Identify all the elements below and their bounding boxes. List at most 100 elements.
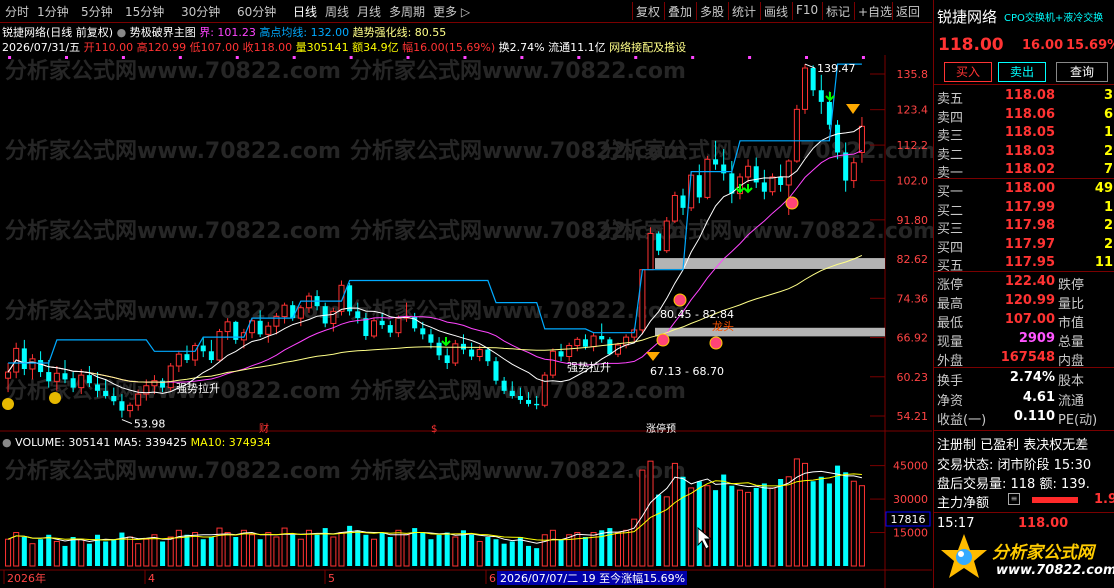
toolbar-tab-8[interactable]: 月线 [357,3,381,20]
main-net-value: 1.9 [1094,492,1114,507]
period-label: (日线 前复权) [46,26,114,39]
volume-bar [582,537,588,566]
candle-body [175,353,182,367]
candle-body [29,358,36,370]
support-band-lower [655,327,885,337]
stat-value: 2909 [1018,331,1055,346]
signal-dot [520,56,524,59]
logo-url: www.70822.com [996,563,1114,578]
candle-body [793,108,800,162]
dropdown-icon[interactable]: ● [2,436,12,449]
candle-body [21,348,27,370]
volume-bar [818,476,824,566]
toolbar-btn-0[interactable]: 复权 [636,3,660,20]
candle-body [761,182,767,192]
candle-body [38,360,44,373]
toolbar-btn-7[interactable]: +自选 [858,3,892,20]
candle-body [305,295,312,309]
qs-value: 趋势强化线: 80.55 [352,26,447,39]
stat-label-2: 跌停 [1058,278,1085,293]
stat2-label-2: 流通 [1058,393,1085,409]
candle-body [501,380,507,391]
volume-bar [623,529,630,567]
trade-status: 交易状态: 闭市阶段 15:30 [937,458,1092,473]
candle-body [850,162,857,182]
volume-bar [233,537,239,566]
toolbar-tab-9[interactable]: 多周期 [389,3,425,20]
volume-label: VOLUME: 305141 [15,436,111,449]
signal-dot [64,56,68,59]
volume-bar [387,537,393,566]
volume-bar [273,536,280,567]
signal-coin-icon [785,196,799,210]
volume-bar [769,487,776,567]
volume-bar [224,532,231,567]
volume-bar [485,537,491,566]
volume-bar [801,462,809,567]
toolbar-btn-4[interactable]: 画线 [764,3,788,20]
volume-bar [460,530,466,566]
ask-label: 卖二 [937,147,964,163]
toolbar-tab-10[interactable]: 更多 ▷ [433,3,470,20]
toolbar-btn-6[interactable]: 标记 [826,3,850,20]
stat-row: 最低 107.00 市值 [934,312,1114,331]
dropdown-icon[interactable]: ● [117,26,127,39]
signal-dot [634,56,638,59]
vol-label: 量305141 [295,41,349,54]
query-button[interactable]: 查询 [1056,62,1108,82]
volume-bar [656,494,662,566]
stat-row: 最高 120.99 量比 [934,293,1114,312]
board-tags: 注册制 已盈利 表决权无差 [937,438,1089,453]
band-upper-label: 80.45 - 82.84 [660,308,734,321]
toolbar-btn-2[interactable]: 多股 [700,3,724,20]
volume-bar [436,534,442,566]
candle-body [549,350,556,376]
candle-body [184,354,190,361]
candle-body [590,335,597,348]
signal-dot [691,56,695,59]
candle-body [355,311,361,319]
volume-bar [200,539,206,566]
stat-row: 外盘 167548 内盘 [934,350,1114,369]
toolbar-tab-1[interactable]: 1分钟 [37,3,69,20]
candle-body [663,220,670,252]
toolbar-tab-3[interactable]: 15分钟 [125,3,164,20]
price-tick-label: 112.2 [897,139,929,152]
toolbar-btn-1[interactable]: 叠加 [668,3,692,20]
float-label: 流通11.1亿 [548,41,606,54]
candle-body [517,396,523,400]
toolbar-btn-5[interactable]: F10 [796,3,818,17]
menu-icon[interactable]: ≡ [1008,493,1020,505]
toolbar-tab-0[interactable]: 分时 [5,3,29,20]
toolbar-tab-5[interactable]: 60分钟 [237,3,276,20]
toolbar-tab-7[interactable]: 周线 [325,3,349,20]
toolbar-btn-8[interactable]: 返回 [896,3,920,20]
volume-bar [175,529,182,567]
annotation-finance: 财 [259,422,269,435]
high-label: 高120.99 [136,41,187,54]
candle-body [599,336,605,340]
toolbar-btn-3[interactable]: 统计 [732,3,756,20]
bid-vol: 2 [1103,218,1113,233]
candle-body [801,67,809,110]
volume-bar [541,534,548,567]
candle-body [541,374,548,406]
candle-body [387,325,393,333]
toolbar-tab-6[interactable]: 日线 [293,3,317,20]
candle-body [493,361,499,381]
volume-bar [607,528,613,566]
vol-readout: 17816 [891,513,926,526]
signal-dot [577,56,581,59]
volume-bar [420,532,426,566]
sell-button[interactable]: 卖出 [998,62,1046,82]
candle-body [566,345,573,358]
stat-value: 122.40 [1004,274,1055,289]
turnover-label: 换2.74% [498,41,545,54]
buy-button[interactable]: 买入 [944,62,992,82]
ask-vol: 1 [1103,125,1113,140]
indicator-name[interactable]: 势极破界主图 [130,26,196,39]
volume-bar [680,476,686,566]
toolbar-tab-2[interactable]: 5分钟 [81,3,113,20]
watermark-text: 分析家公式网www.70822.com [5,218,341,244]
toolbar-tab-4[interactable]: 30分钟 [181,3,220,20]
